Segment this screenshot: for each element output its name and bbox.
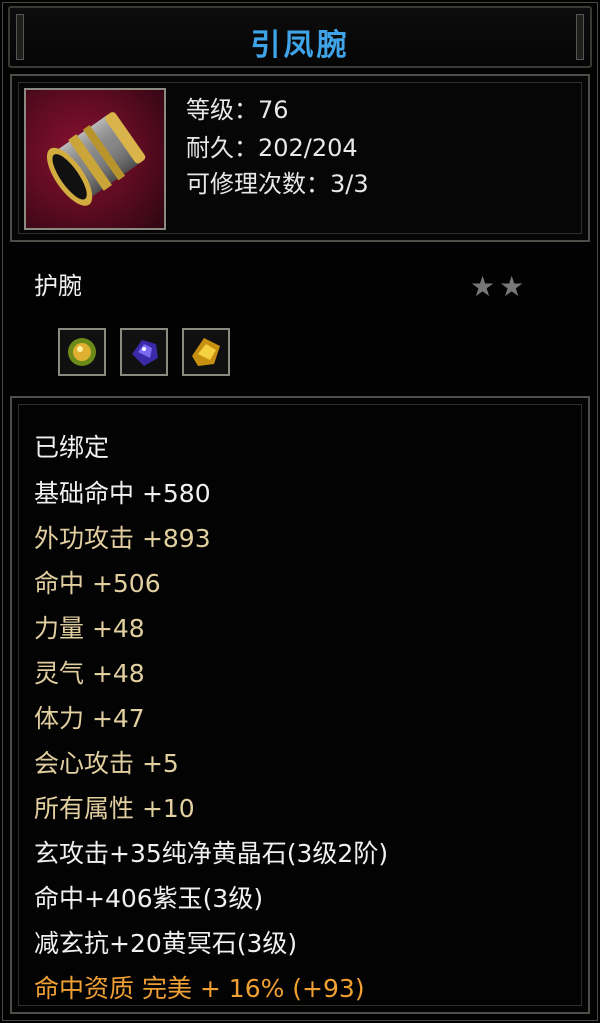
item-durability: 耐久：202/204 — [186, 134, 358, 162]
bracer-icon — [46, 112, 146, 206]
item-level: 等级：76 — [186, 96, 289, 124]
title-bar: 引凤腕 — [8, 6, 592, 68]
yellow-green-gem-icon — [68, 338, 96, 366]
stat-line: 命中 +506 — [34, 569, 161, 598]
item-icon[interactable] — [24, 88, 166, 230]
item-tooltip: 引凤腕 等级：76 耐久：202/204 可修理次数：3/3 护腕 ★★ 已绑定… — [0, 0, 600, 1023]
item-name: 引凤腕 — [250, 28, 350, 63]
star-rating: ★★ — [470, 270, 529, 303]
gem-stat-line: 命中+406紫玉(3级) — [34, 884, 264, 913]
gem-stat-line: 玄攻击+35纯净黄晶石(3级2阶) — [34, 839, 389, 868]
purple-jade-gem-icon — [132, 340, 158, 366]
yellow-crystal-gem-icon — [192, 338, 220, 366]
stat-line: 会心攻击 +5 — [34, 749, 179, 778]
quality-line: 命中资质 完美 + 16% (+93) — [34, 974, 365, 1003]
stat-line: 体力 +47 — [34, 704, 145, 733]
item-repairs: 可修理次数：3/3 — [186, 170, 369, 198]
gem-slot-3[interactable] — [182, 328, 230, 376]
stat-line: 灵气 +48 — [34, 659, 145, 688]
stat-line: 力量 +48 — [34, 614, 145, 643]
bound-status: 已绑定 — [34, 433, 110, 462]
item-type: 护腕 — [34, 272, 82, 300]
gem-slot-1[interactable] — [58, 328, 106, 376]
gem-slot-2[interactable] — [120, 328, 168, 376]
stat-line: 所有属性 +10 — [34, 794, 195, 823]
stat-line: 外功攻击 +893 — [34, 524, 211, 553]
stat-line: 基础命中 +580 — [34, 479, 211, 508]
gem-stat-line: 减玄抗+20黄冥石(3级) — [34, 929, 298, 958]
